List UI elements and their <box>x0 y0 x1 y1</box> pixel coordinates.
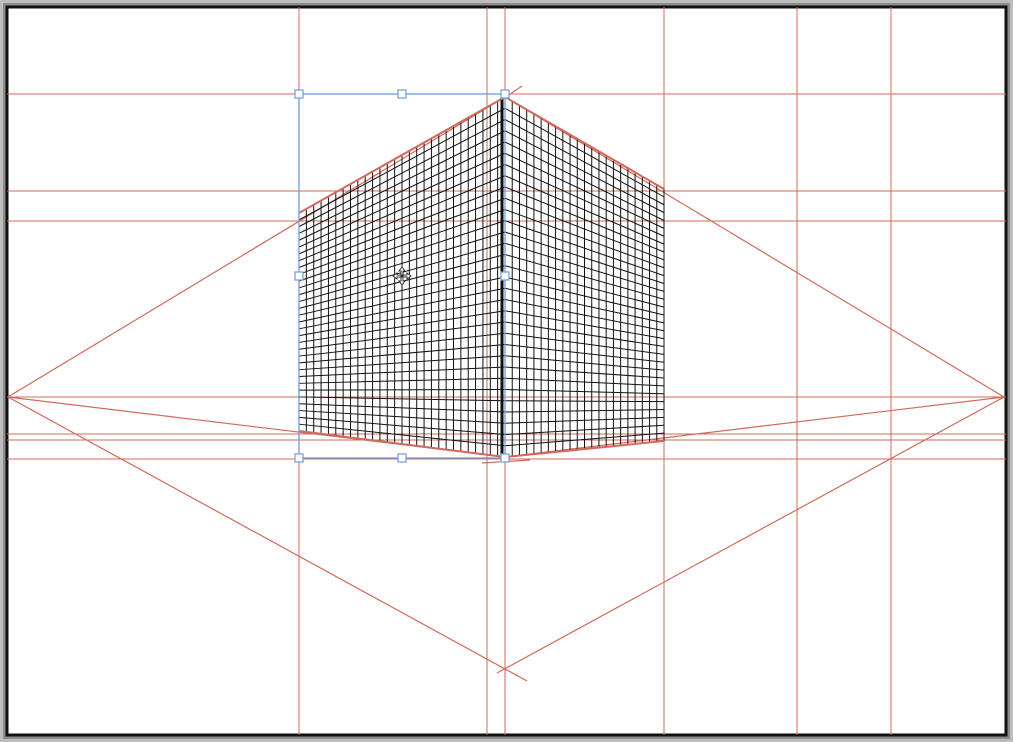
artboard[interactable] <box>5 5 1008 737</box>
resize-handle[interactable] <box>397 453 407 463</box>
perspective-canvas-frame <box>0 0 1013 742</box>
resize-handle[interactable] <box>397 89 407 99</box>
resize-handle[interactable] <box>294 453 304 463</box>
resize-handle[interactable] <box>500 271 510 281</box>
perspective-canvas[interactable] <box>0 0 1013 742</box>
grid-row-line <box>298 389 506 391</box>
resize-handle[interactable] <box>500 453 510 463</box>
resize-handle[interactable] <box>294 271 304 281</box>
resize-handle[interactable] <box>294 89 304 99</box>
resize-handle[interactable] <box>500 89 510 99</box>
